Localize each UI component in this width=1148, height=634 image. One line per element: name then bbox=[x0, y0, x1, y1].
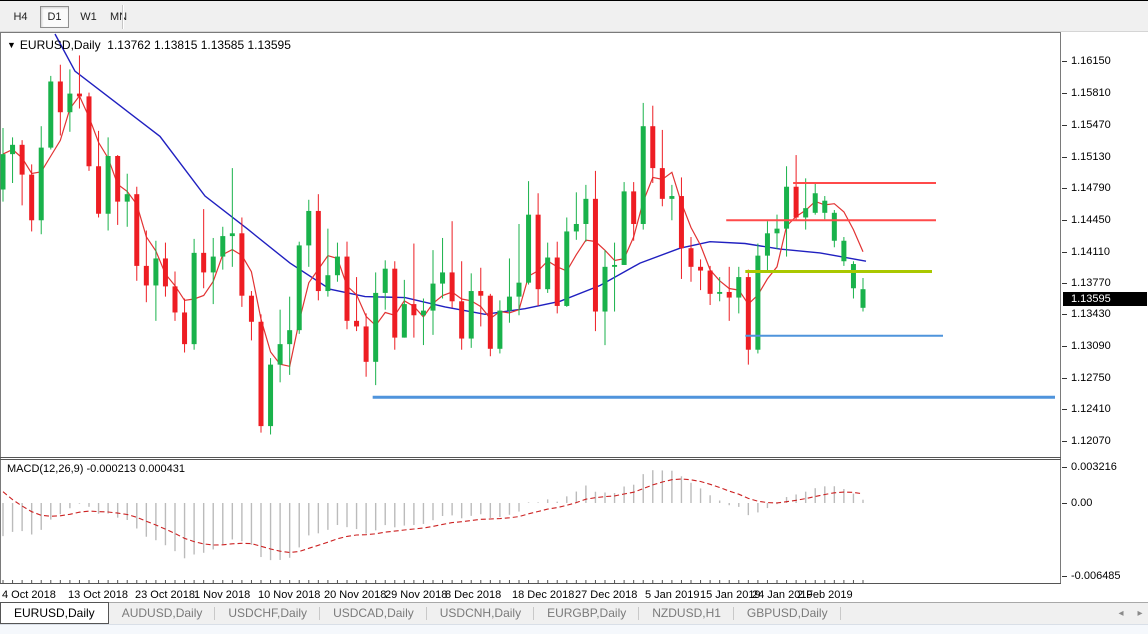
price-label-5: 1.14450 bbox=[1071, 214, 1111, 226]
macd-axis-label-2-tick bbox=[1062, 576, 1067, 577]
price-label-10: 1.12750 bbox=[1071, 372, 1111, 384]
date-label-0: 4 Oct 2018 bbox=[2, 589, 56, 601]
candlestick-chart-canvas[interactable] bbox=[0, 32, 1062, 584]
price-label-11: 1.12410 bbox=[1071, 403, 1111, 415]
price-label-9-tick bbox=[1062, 346, 1067, 347]
price-label-7: 1.13770 bbox=[1071, 277, 1111, 289]
date-label-10: 5 Jan 2019 bbox=[645, 589, 699, 601]
macd-axis-label-0: 0.003216 bbox=[1071, 461, 1117, 473]
timeframe-button-h4[interactable]: H4 bbox=[6, 6, 35, 28]
timeframe-toolbar: H4 D1 W1 MN bbox=[0, 2, 1148, 32]
trading-platform-window: H4 D1 W1 MN ▼ EURUSD,Daily 1.13762 1.1381… bbox=[0, 0, 1148, 634]
date-label-9: 27 Dec 2018 bbox=[575, 589, 637, 601]
tab-scroll-right-icon[interactable]: ▸ bbox=[1133, 608, 1147, 620]
tab-usdcnh-daily[interactable]: USDCNH,Daily bbox=[427, 603, 534, 624]
ohlc-open: 1.13762 bbox=[107, 38, 150, 52]
toolbar-separator bbox=[122, 5, 124, 29]
chart-area[interactable]: ▼ EURUSD,Daily 1.13762 1.13815 1.13585 1.… bbox=[0, 32, 1062, 584]
price-label-4-tick bbox=[1062, 188, 1067, 189]
price-label-12: 1.12070 bbox=[1071, 435, 1111, 447]
price-label-0-tick bbox=[1062, 61, 1067, 62]
timeframe-button-w1[interactable]: W1 bbox=[74, 6, 103, 28]
tab-eurgbp-daily[interactable]: EURGBP,Daily bbox=[534, 603, 639, 624]
price-label-8-tick bbox=[1062, 314, 1067, 315]
tab-eurusd-daily[interactable]: EURUSD,Daily bbox=[0, 602, 109, 624]
timeframe-button-d1[interactable]: D1 bbox=[40, 6, 69, 28]
tab-usdcad-daily[interactable]: USDCAD,Daily bbox=[320, 603, 427, 624]
price-label-1: 1.15810 bbox=[1071, 87, 1111, 99]
macd-indicator-label: MACD(12,26,9) -0.000213 0.000431 bbox=[7, 463, 185, 475]
price-label-10-tick bbox=[1062, 378, 1067, 379]
timeframe-button-mn[interactable]: MN bbox=[104, 6, 133, 28]
macd-axis-label-1: 0.00 bbox=[1071, 497, 1092, 509]
symbol-tab-bar: EURUSD,Daily AUDUSD,Daily USDCHF,Daily U… bbox=[0, 602, 1148, 624]
price-label-0: 1.16150 bbox=[1071, 55, 1111, 67]
macd-axis-label-0-tick bbox=[1062, 467, 1067, 468]
date-label-3: 1 Nov 2018 bbox=[194, 589, 250, 601]
tab-gbpusd-daily[interactable]: GBPUSD,Daily bbox=[734, 603, 841, 624]
chart-title: EURUSD,Daily bbox=[20, 38, 101, 52]
date-label-5: 20 Nov 2018 bbox=[324, 589, 386, 601]
price-label-4: 1.14790 bbox=[1071, 182, 1111, 194]
price-label-7-tick bbox=[1062, 283, 1067, 284]
date-label-7: 8 Dec 2018 bbox=[445, 589, 501, 601]
price-label-12-tick bbox=[1062, 441, 1067, 442]
date-label-13: 2 Feb 2019 bbox=[797, 589, 853, 601]
time-axis[interactable]: 4 Oct 2018 13 Oct 2018 23 Oct 20181 Nov 20… bbox=[0, 584, 1062, 602]
price-label-6: 1.14110 bbox=[1071, 246, 1110, 258]
price-label-1-tick bbox=[1062, 93, 1067, 94]
ohlc-high: 1.13815 bbox=[154, 38, 197, 52]
price-label-11-tick bbox=[1062, 409, 1067, 410]
tab-scroll-left-icon[interactable]: ◂ bbox=[1114, 608, 1128, 620]
price-label-2: 1.15470 bbox=[1071, 119, 1111, 131]
current-price-tag: 1.13595 bbox=[1063, 292, 1147, 306]
macd-axis-label-2: -0.006485 bbox=[1071, 570, 1121, 582]
price-label-9: 1.13090 bbox=[1071, 340, 1111, 352]
chevron-down-icon[interactable]: ▼ bbox=[7, 40, 16, 50]
price-axis[interactable]: 1.13595 1.16150 1.15810 1.15470 1.15130 1.14… bbox=[1062, 32, 1148, 602]
tab-nzdusd-h1[interactable]: NZDUSD,H1 bbox=[639, 603, 734, 624]
date-label-4: 10 Nov 2018 bbox=[258, 589, 320, 601]
chart-symbol-header: ▼ EURUSD,Daily 1.13762 1.13815 1.13585 1.… bbox=[7, 38, 291, 52]
price-label-2-tick bbox=[1062, 125, 1067, 126]
ohlc-close: 1.13595 bbox=[247, 38, 290, 52]
status-strip bbox=[0, 624, 1148, 634]
price-label-8: 1.13430 bbox=[1071, 308, 1111, 320]
price-label-5-tick bbox=[1062, 220, 1067, 221]
date-label-1: 13 Oct 2018 bbox=[68, 589, 128, 601]
date-label-8: 18 Dec 2018 bbox=[512, 589, 574, 601]
price-label-6-tick bbox=[1062, 252, 1067, 253]
macd-axis-label-1-tick bbox=[1062, 503, 1067, 504]
date-label-6: 29 Nov 2018 bbox=[385, 589, 447, 601]
date-label-2: 23 Oct 2018 bbox=[135, 589, 195, 601]
price-label-3: 1.15130 bbox=[1071, 151, 1111, 163]
price-label-3-tick bbox=[1062, 157, 1067, 158]
tab-usdchf-daily[interactable]: USDCHF,Daily bbox=[215, 603, 320, 624]
ohlc-low: 1.13585 bbox=[201, 38, 244, 52]
tab-audusd-daily[interactable]: AUDUSD,Daily bbox=[109, 603, 216, 624]
